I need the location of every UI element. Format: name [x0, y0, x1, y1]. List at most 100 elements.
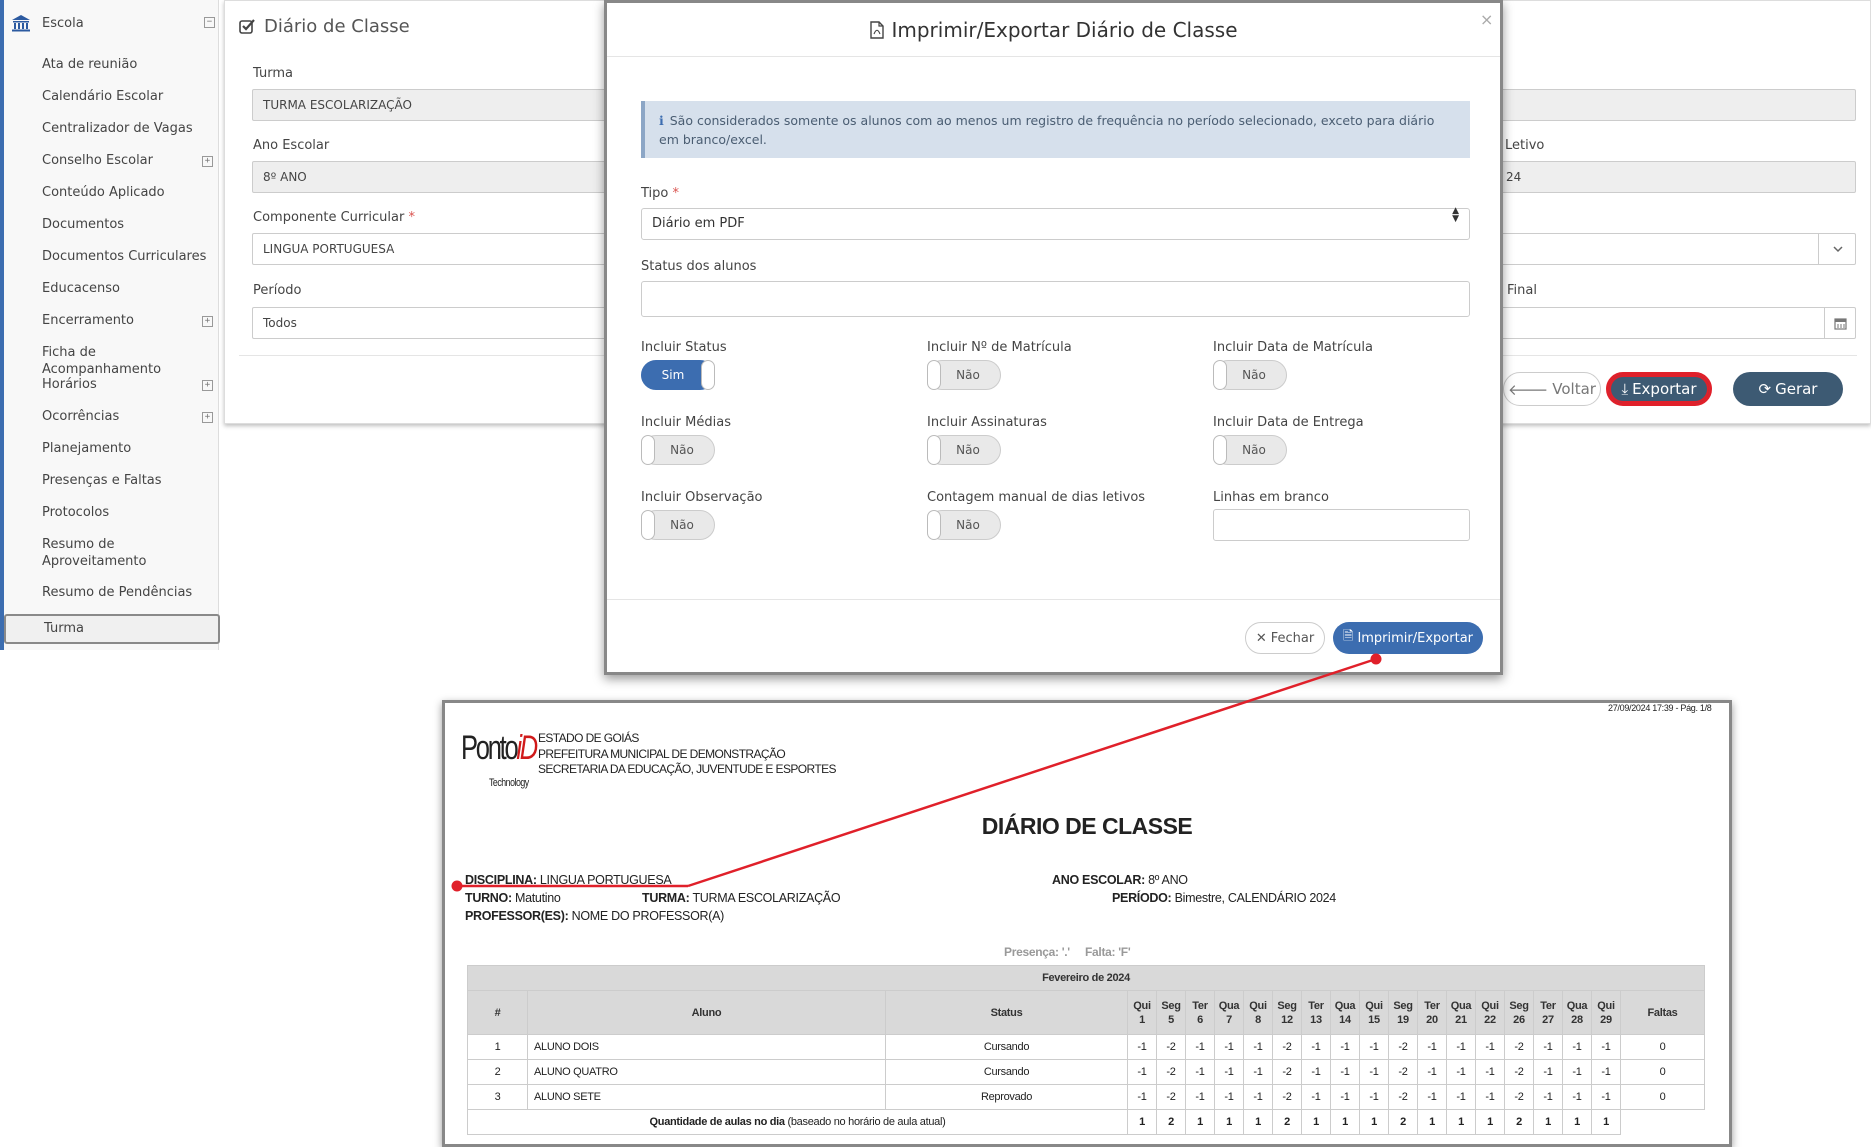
- day-header: Qua 7: [1214, 990, 1244, 1035]
- quantity-cell: 1: [1301, 1109, 1331, 1135]
- toggle-value: Não: [1242, 368, 1266, 382]
- calendar-icon[interactable]: [1824, 308, 1856, 338]
- sidebar-item[interactable]: Turma: [4, 614, 220, 644]
- sidebar-item[interactable]: Conselho Escolar +: [42, 152, 213, 169]
- imprimir-exportar-button[interactable]: 🗎 Imprimir/Exportar: [1333, 622, 1483, 654]
- day-header: Qui 1: [1127, 990, 1157, 1035]
- final-date-field[interactable]: [1501, 307, 1856, 339]
- sidebar-section-escola[interactable]: Escola −: [10, 10, 215, 36]
- toggle-value: Não: [956, 443, 980, 457]
- voltar-button[interactable]: 🡐 Voltar: [1503, 372, 1601, 406]
- sidebar-item[interactable]: Centralizador de Vagas: [42, 120, 212, 137]
- close-x-icon: ✕: [1255, 630, 1267, 646]
- toggle-switch[interactable]: Não: [927, 510, 1001, 540]
- report-preview: 27/09/2024 17:39 - Pág. 1/8 PontoiD Tech…: [442, 700, 1732, 1147]
- chevron-down-icon[interactable]: [1818, 234, 1856, 264]
- panel-title-text: Diário de Classe: [264, 16, 410, 37]
- quantity-cell: 2: [1504, 1109, 1534, 1135]
- sidebar-item[interactable]: Educacenso: [42, 280, 212, 297]
- sidebar-header-label: Escola: [42, 15, 84, 31]
- toggle-switch[interactable]: Não: [641, 435, 715, 465]
- sidebar-item[interactable]: Resumo de Pendências: [42, 584, 212, 601]
- refresh-icon: ⟳: [1758, 380, 1772, 398]
- toggle-switch[interactable]: Sim: [641, 360, 715, 390]
- attendance-cell: -1: [1417, 1084, 1447, 1110]
- turma-line: TURMA: TURMA ESCOLARIZAÇÃO: [642, 891, 841, 905]
- expand-icon[interactable]: +: [202, 412, 213, 423]
- attendance-cell: -1: [1214, 1034, 1244, 1060]
- sidebar-item-label: Centralizador de Vagas: [42, 121, 193, 136]
- linhas-label: Linhas em branco: [1213, 490, 1329, 505]
- right-field-1[interactable]: [1501, 89, 1856, 121]
- toggle-switch[interactable]: Não: [641, 510, 715, 540]
- toggle-label: Contagem manual de dias letivos: [927, 490, 1146, 505]
- download-icon: ⤓: [1621, 380, 1629, 398]
- modal-footer-divider: [607, 599, 1500, 600]
- report-title: DIÁRIO DE CLASSE: [981, 813, 1193, 839]
- sidebar-item[interactable]: Presenças e Faltas: [42, 472, 212, 489]
- quantity-cell: 1: [1214, 1109, 1244, 1135]
- col-faltas: Faltas: [1620, 990, 1705, 1035]
- report-header-lines: ESTADO DE GOIÁS PREFEITURA MUNICIPAL DE …: [538, 731, 837, 778]
- toggle-switch[interactable]: Não: [927, 435, 1001, 465]
- fechar-button[interactable]: ✕ Fechar: [1245, 622, 1325, 654]
- attendance-cell: -1: [1301, 1084, 1331, 1110]
- header-line-prefeitura: PREFEITURA MUNICIPAL DE DEMONSTRAÇÃO: [538, 746, 786, 761]
- expand-icon[interactable]: +: [202, 156, 213, 167]
- sidebar-item[interactable]: Planejamento: [42, 440, 212, 457]
- quantity-cell: 1: [1243, 1109, 1273, 1135]
- exportar-label: Exportar: [1632, 380, 1697, 398]
- linhas-input[interactable]: [1213, 509, 1470, 541]
- attendance-cell: -1: [1243, 1034, 1273, 1060]
- status-input[interactable]: [641, 281, 1470, 317]
- right-select[interactable]: [1501, 233, 1856, 265]
- letivo-field[interactable]: 24: [1501, 161, 1856, 193]
- attendance-cell: -1: [1359, 1059, 1389, 1085]
- toggle-value: Não: [956, 518, 980, 532]
- sidebar-item[interactable]: Ata de reunião: [42, 56, 212, 73]
- attendance-cell: -1: [1446, 1084, 1476, 1110]
- exportar-button[interactable]: ⤓ Exportar: [1606, 372, 1712, 406]
- toggle-switch[interactable]: Não: [927, 360, 1001, 390]
- attendance-cell: -1: [1185, 1059, 1215, 1085]
- sidebar-item[interactable]: Horários +: [42, 376, 213, 393]
- row-number: 1: [467, 1034, 528, 1060]
- tipo-label: Tipo *: [641, 186, 679, 201]
- sidebar-item[interactable]: Resumo de Aproveitamento: [42, 536, 152, 570]
- gerar-button[interactable]: ⟳ Gerar: [1733, 372, 1843, 406]
- expand-icon[interactable]: +: [202, 380, 213, 391]
- expand-icon[interactable]: +: [202, 316, 213, 327]
- sidebar-item[interactable]: Documentos: [42, 216, 212, 233]
- toggle-switch[interactable]: Não: [1213, 360, 1287, 390]
- sidebar-item[interactable]: Ocorrências +: [42, 408, 213, 425]
- sidebar-item[interactable]: Protocolos: [42, 504, 212, 521]
- toggle-switch[interactable]: Não: [1213, 435, 1287, 465]
- sidebar-item[interactable]: Documentos Curriculares: [42, 248, 212, 265]
- student-name: ALUNO QUATRO: [527, 1059, 886, 1085]
- sidebar-item-label: Ata de reunião: [42, 57, 138, 72]
- sidebar-item[interactable]: Calendário Escolar: [42, 88, 212, 105]
- gerar-label: Gerar: [1775, 380, 1818, 398]
- turma-label: Turma: [253, 66, 293, 81]
- attendance-cell: -1: [1533, 1059, 1563, 1085]
- toggle-value: Não: [670, 443, 694, 457]
- attendance-cell: -2: [1388, 1059, 1418, 1085]
- quantity-cell: 2: [1272, 1109, 1302, 1135]
- attendance-cell: -1: [1562, 1084, 1592, 1110]
- attendance-cell: -1: [1417, 1059, 1447, 1085]
- toggle-value: Sim: [661, 368, 685, 382]
- sidebar-item[interactable]: Encerramento +: [42, 312, 213, 329]
- sidebar-item-label: Planejamento: [42, 441, 132, 456]
- sidebar-item[interactable]: Conteúdo Aplicado: [42, 184, 212, 201]
- toggle-label: Incluir Médias: [641, 415, 731, 430]
- ano-escolar-line: ANO ESCOLAR: 8º ANO: [1052, 873, 1188, 887]
- sidebar-item-label: Documentos Curriculares: [42, 249, 207, 264]
- close-icon[interactable]: ×: [1480, 10, 1493, 29]
- attendance-cell: -1: [1214, 1059, 1244, 1085]
- day-header: Qui 8: [1243, 990, 1273, 1035]
- tipo-select[interactable]: Diário em PDF ▲ ▼: [641, 207, 1470, 240]
- collapse-icon[interactable]: −: [204, 17, 215, 28]
- attendance-cell: -1: [1243, 1084, 1273, 1110]
- sidebar-item-label: Educacenso: [42, 281, 120, 296]
- sidebar-item[interactable]: Ficha de Acompanhamento: [42, 344, 212, 378]
